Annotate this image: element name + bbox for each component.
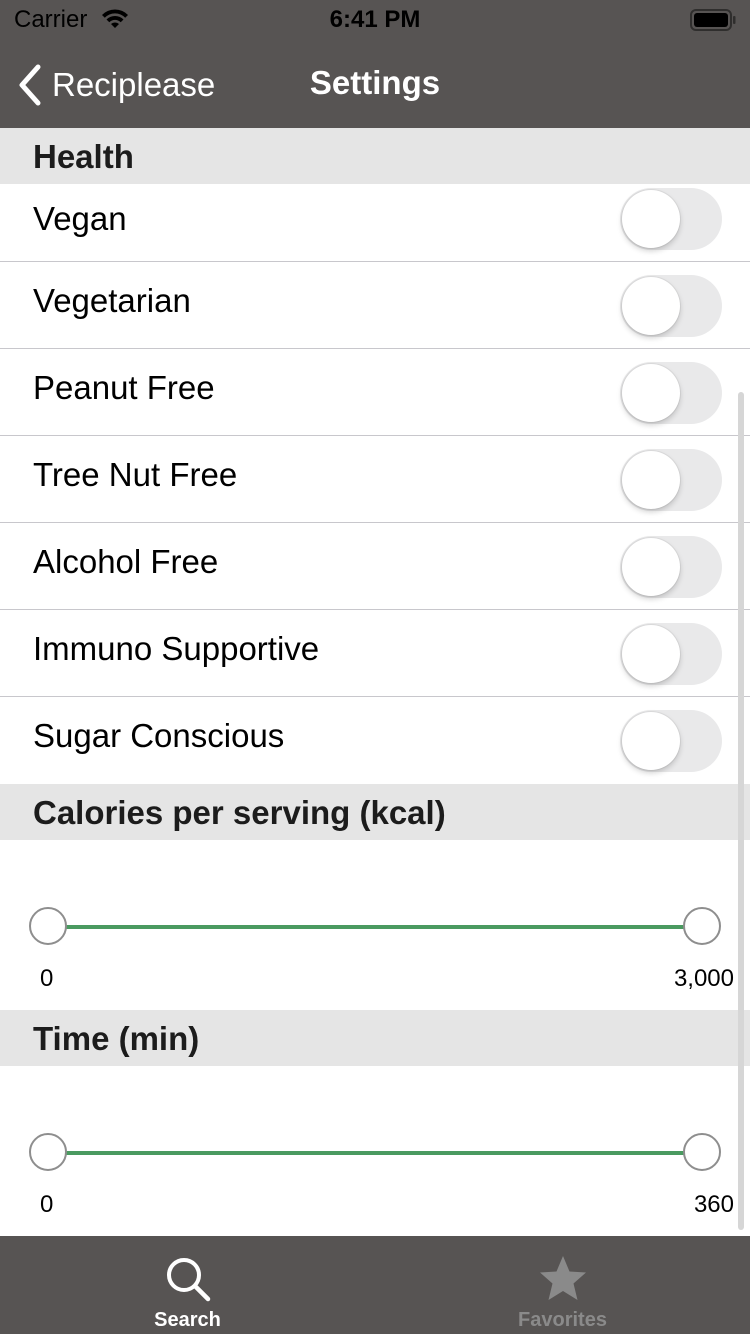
star-icon bbox=[540, 1256, 586, 1300]
toggle-row-vegetarian: Vegetarian bbox=[0, 262, 750, 349]
calories-range-slider: 0 3,000 bbox=[0, 840, 750, 1010]
page-title: Settings bbox=[309, 64, 441, 101]
toggle-label: Immuno Supportive bbox=[33, 630, 320, 667]
calories-max-thumb[interactable] bbox=[683, 907, 721, 945]
toggle-label: Tree Nut Free bbox=[33, 456, 238, 493]
section-header-health: Health bbox=[0, 128, 750, 184]
status-bar: Carrier 6:41 PM bbox=[0, 0, 750, 40]
section-title: Calories per serving (kcal) bbox=[33, 794, 446, 831]
switch-knob bbox=[622, 538, 680, 596]
calories-min-label: 0 bbox=[40, 965, 54, 992]
navigation-bar: Reciplease Settings bbox=[0, 40, 750, 128]
section-title: Time (min) bbox=[33, 1020, 200, 1057]
tab-search[interactable]: Search bbox=[0, 1236, 375, 1334]
toggle-label: Alcohol Free bbox=[33, 543, 219, 580]
toggle-switch-alcohol-free[interactable] bbox=[620, 536, 722, 598]
calories-min-thumb[interactable] bbox=[29, 907, 67, 945]
switch-knob bbox=[622, 451, 680, 509]
scrollbar[interactable] bbox=[738, 392, 744, 1230]
toggle-label: Vegan bbox=[33, 200, 127, 237]
toggle-row-sugar-conscious: Sugar Conscious bbox=[0, 697, 750, 784]
switch-knob bbox=[622, 277, 680, 335]
switch-knob bbox=[622, 712, 680, 770]
toggle-switch-tree-nut-free[interactable] bbox=[620, 449, 722, 511]
section-header-calories: Calories per serving (kcal) bbox=[0, 784, 750, 840]
tab-label: Favorites bbox=[518, 1309, 607, 1331]
toggle-switch-immuno-supportive[interactable] bbox=[620, 623, 722, 685]
top-bar: Carrier 6:41 PM Reciplease Settings bbox=[0, 0, 750, 128]
search-icon bbox=[167, 1258, 211, 1302]
toggle-row-immuno-supportive: Immuno Supportive bbox=[0, 610, 750, 697]
section-title: Health bbox=[33, 138, 134, 175]
toggle-switch-vegan[interactable] bbox=[620, 188, 722, 250]
toggle-switch-peanut-free[interactable] bbox=[620, 362, 722, 424]
toggle-row-vegan: Vegan bbox=[0, 184, 750, 262]
section-header-time: Time (min) bbox=[0, 1010, 750, 1066]
switch-knob bbox=[622, 190, 680, 248]
tab-bar: Search Favorites bbox=[0, 1236, 750, 1334]
time-max-thumb[interactable] bbox=[683, 1133, 721, 1171]
status-time: 6:41 PM bbox=[329, 6, 421, 33]
slider-track bbox=[48, 925, 702, 929]
toggle-switch-vegetarian[interactable] bbox=[620, 275, 722, 337]
time-max-label: 360 bbox=[693, 1191, 734, 1218]
time-range-slider: 0 360 bbox=[0, 1066, 750, 1236]
switch-knob bbox=[622, 364, 680, 422]
switch-knob bbox=[622, 625, 680, 683]
toggle-row-tree-nut-free: Tree Nut Free bbox=[0, 436, 750, 523]
toggle-label: Vegetarian bbox=[33, 282, 191, 319]
toggle-row-alcohol-free: Alcohol Free bbox=[0, 523, 750, 610]
toggle-label: Sugar Conscious bbox=[33, 717, 285, 754]
toggle-row-peanut-free: Peanut Free bbox=[0, 349, 750, 436]
calories-max-label: 3,000 bbox=[673, 965, 734, 992]
tab-favorites[interactable]: Favorites bbox=[375, 1236, 750, 1334]
battery-icon bbox=[690, 9, 736, 31]
toggle-switch-sugar-conscious[interactable] bbox=[620, 710, 722, 772]
slider-track bbox=[48, 1151, 702, 1155]
time-min-label: 0 bbox=[40, 1191, 54, 1218]
time-min-thumb[interactable] bbox=[29, 1133, 67, 1171]
toggle-label: Peanut Free bbox=[33, 369, 215, 406]
tab-label: Search bbox=[154, 1309, 221, 1331]
